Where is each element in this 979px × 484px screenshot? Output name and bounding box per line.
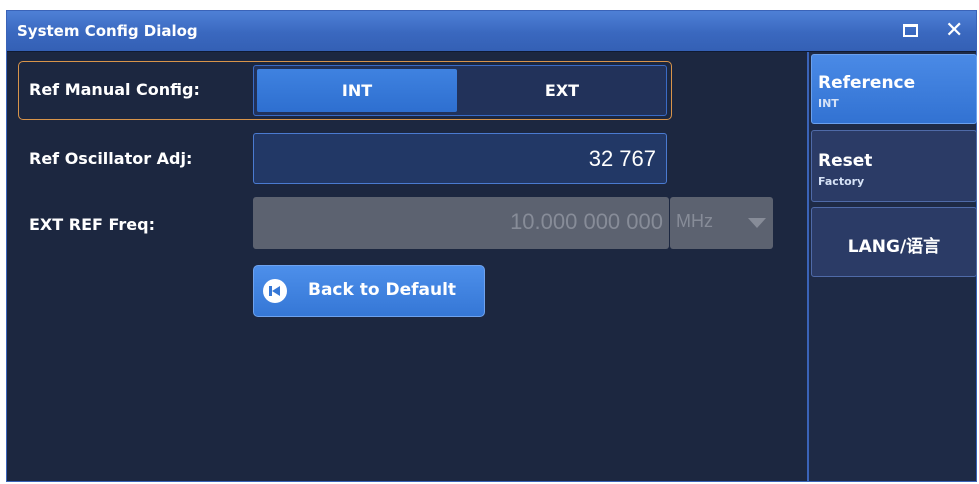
ref-manual-config-toggle[interactable]: INT EXT: [253, 65, 667, 116]
reference-sub: INT: [818, 97, 839, 110]
reset-title: Reset: [818, 151, 873, 171]
back-to-default-label: Back to Default: [308, 280, 457, 300]
ref-oscillator-adj-label: Ref Oscillator Adj:: [29, 149, 193, 168]
back-to-default-button[interactable]: Back to Default: [253, 265, 485, 317]
reset-softkey[interactable]: Reset Factory: [811, 130, 977, 202]
back-to-default-icon: [263, 279, 287, 303]
reset-sub: Factory: [818, 175, 865, 188]
ext-option[interactable]: EXT: [458, 66, 666, 115]
chevron-down-icon: [748, 218, 766, 228]
maximize-button[interactable]: [895, 17, 925, 45]
ref-oscillator-adj-value: 32 767: [588, 146, 656, 171]
ext-ref-freq-input: 10.000 000 000: [253, 197, 669, 249]
lang-softkey[interactable]: LANG/语言: [811, 207, 977, 277]
window-title: System Config Dialog: [17, 22, 198, 40]
maximize-icon: [903, 24, 918, 37]
close-icon: ✕: [945, 18, 964, 43]
ext-ref-freq-label: EXT REF Freq:: [29, 215, 155, 234]
side-menu: Reference INT Reset Factory LANG/语言: [807, 52, 977, 481]
lang-title: LANG/语言: [847, 237, 941, 257]
ref-oscillator-adj-input[interactable]: 32 767: [253, 133, 667, 184]
ref-manual-config-label: Ref Manual Config:: [29, 80, 200, 99]
int-option[interactable]: INT: [257, 69, 457, 112]
config-panel: Ref Manual Config: INT EXT Ref Oscillato…: [7, 52, 807, 481]
reference-title: Reference: [818, 73, 916, 93]
system-config-dialog: System Config Dialog ✕ Ref Manual Config…: [6, 10, 977, 482]
ext-ref-freq-value: 10.000 000 000: [510, 209, 663, 234]
close-button[interactable]: ✕: [939, 17, 969, 45]
unit-label: MHz: [676, 211, 713, 231]
ext-ref-freq-unit-select: MHz: [670, 197, 773, 249]
title-bar[interactable]: System Config Dialog ✕: [7, 11, 976, 52]
reference-softkey[interactable]: Reference INT: [811, 54, 977, 124]
